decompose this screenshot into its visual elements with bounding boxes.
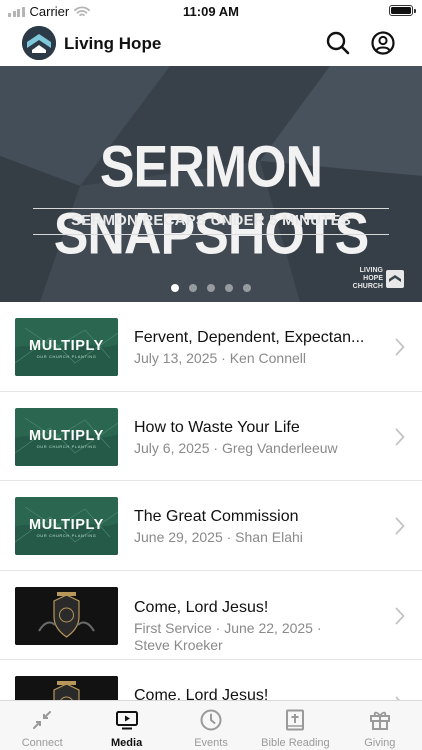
sermon-row[interactable]: MULTIPLY OUR CHURCH PLANTING The Great C… [0, 481, 422, 571]
clock-icon [200, 709, 222, 731]
carousel-dot[interactable] [189, 284, 197, 292]
chevron-right-icon [395, 428, 405, 445]
carousel-dot[interactable] [171, 284, 179, 292]
status-bar: Carrier 11:09 AM [0, 0, 422, 22]
app-header: Living Hope [0, 22, 422, 66]
tab-label: Media [111, 737, 143, 749]
sermon-title: Fervent, Dependent, Expectan... [134, 329, 365, 346]
sermon-meta: June 29, 2025 · Shan Elahi [134, 529, 303, 545]
carousel-dot[interactable] [225, 284, 233, 292]
sermon-list: MULTIPLY OUR CHURCH PLANTING Fervent, De… [0, 302, 422, 750]
crest-artwork [15, 586, 118, 645]
connect-icon [33, 711, 52, 729]
hero-carousel[interactable]: SERMON SNAPSHOTS SERMON RECAPS UNDER 5 M… [0, 66, 422, 302]
sermon-meta: First Service · June 22, 2025 · Steve Kr… [134, 619, 322, 653]
chevron-right-icon [395, 607, 405, 624]
sermon-thumbnail [15, 586, 118, 645]
hero-divider-bottom [33, 234, 389, 235]
carousel-dot[interactable] [207, 284, 215, 292]
hero-title: SERMON SNAPSHOTS [53, 134, 370, 268]
sermon-thumbnail: MULTIPLY OUR CHURCH PLANTING [15, 318, 118, 376]
tab-events[interactable]: Events [169, 701, 253, 750]
search-icon[interactable] [325, 30, 351, 56]
sermon-row[interactable]: MULTIPLY OUR CHURCH PLANTING How to Wast… [0, 392, 422, 481]
tab-label: Events [194, 737, 228, 749]
tab-bar: Connect Media Events Bible Reading Givin… [0, 700, 422, 750]
sermon-thumbnail: MULTIPLY OUR CHURCH PLANTING [15, 407, 118, 466]
sermon-title: How to Waste Your Life [134, 418, 300, 436]
chevron-right-icon [395, 517, 405, 535]
bible-icon [286, 709, 305, 731]
tab-bible-reading[interactable]: Bible Reading [253, 701, 337, 750]
app-title: Living Hope [64, 34, 162, 53]
tab-label: Connect [21, 737, 63, 749]
carousel-page-indicator[interactable] [0, 284, 422, 292]
tab-giving[interactable]: Giving [338, 701, 422, 750]
sermon-row[interactable]: Come, Lord Jesus! First Service · June 2… [0, 571, 422, 660]
church-logo[interactable] [22, 26, 56, 60]
tab-media[interactable]: Media [84, 701, 168, 750]
tab-label: Giving [364, 737, 396, 749]
battery-icon [389, 5, 416, 16]
sermon-thumbnail: MULTIPLY OUR CHURCH PLANTING [15, 497, 118, 555]
sermon-meta: July 6, 2025 · Greg Vanderleeuw [134, 439, 338, 456]
sermon-meta: July 13, 2025 · Ken Connell [134, 350, 306, 366]
account-icon[interactable] [370, 30, 396, 56]
tab-connect[interactable]: Connect [0, 701, 84, 750]
hero-subtitle: SERMON RECAPS UNDER 5 MINUTES [71, 212, 351, 229]
gift-icon [369, 711, 390, 730]
sermon-row[interactable]: MULTIPLY OUR CHURCH PLANTING Fervent, De… [0, 302, 422, 392]
media-icon [115, 711, 138, 730]
hero-divider-top [33, 208, 389, 209]
tab-label: Bible Reading [261, 737, 330, 749]
sermon-title: The Great Commission [134, 508, 299, 525]
sermon-title: Come, Lord Jesus! [134, 598, 269, 616]
clock-time: 11:09 AM [183, 4, 239, 19]
chevron-right-icon [395, 338, 405, 356]
carousel-dot[interactable] [243, 284, 251, 292]
